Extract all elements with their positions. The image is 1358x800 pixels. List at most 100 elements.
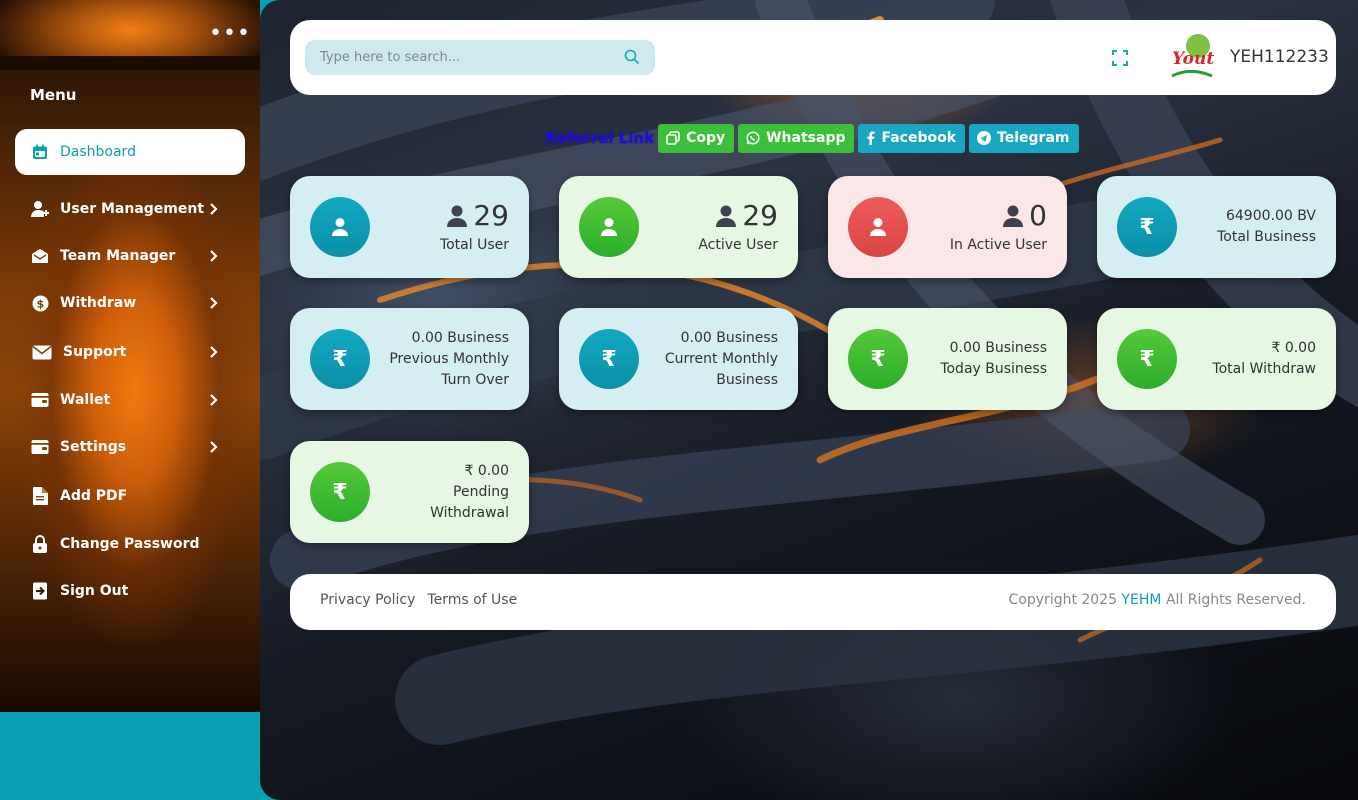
mail-icon xyxy=(31,343,52,361)
whatsapp-label: Whatsapp xyxy=(766,130,846,146)
logo: Youth xyxy=(1171,34,1214,78)
today-business-label: Today Business xyxy=(940,361,1047,377)
top-bar: Youth YEH112233 xyxy=(290,20,1336,95)
current-monthly-value: 0.00 Business xyxy=(680,329,778,346)
sidebar-item-label: Dashboard xyxy=(60,144,136,160)
user-plus-icon xyxy=(31,200,49,218)
chevron-right-icon xyxy=(209,393,225,407)
file-icon xyxy=(31,487,49,505)
user-icon xyxy=(310,197,370,257)
rupee-icon: ₹ xyxy=(1117,329,1177,389)
wallet-icon xyxy=(31,391,49,409)
total-withdraw-value: ₹ 0.00 xyxy=(1271,340,1316,356)
more-horizontal-icon[interactable]: ••• xyxy=(209,23,251,45)
sidebar-item-team-manager[interactable]: Team Manager xyxy=(15,233,245,279)
sidebar-item-change-password[interactable]: Change Password xyxy=(15,521,245,567)
users-icon xyxy=(716,205,737,227)
card-previous-monthly-turnover[interactable]: ₹ 0.00 Business Previous Monthly Turn Ov… xyxy=(290,308,529,410)
sidebar-item-withdraw[interactable]: $ Withdraw xyxy=(15,280,245,326)
users-icon xyxy=(1003,205,1024,227)
sidebar-divider xyxy=(0,56,260,70)
card-inactive-user[interactable]: 0 In Active User xyxy=(828,176,1067,278)
current-monthly-label-line2: Business xyxy=(716,371,778,388)
user-icon xyxy=(579,197,639,257)
sidebar: ••• Menu Dashboard User Management Team … xyxy=(0,0,260,712)
facebook-button[interactable]: Facebook xyxy=(858,123,966,153)
sidebar-item-settings[interactable]: Settings xyxy=(15,424,245,470)
active-user-label: Active User xyxy=(698,236,778,253)
inactive-user-count: 0 xyxy=(1029,198,1047,232)
rupee-icon: ₹ xyxy=(1117,197,1177,257)
sidebar-footer xyxy=(0,712,260,800)
pending-withdrawal-label-line1: Pending xyxy=(453,483,509,500)
logo-text: Youth xyxy=(1172,49,1214,69)
sidebar-item-sign-out[interactable]: Sign Out xyxy=(15,568,245,614)
user-icon xyxy=(848,197,908,257)
facebook-icon xyxy=(867,131,875,145)
envelope-open-icon xyxy=(31,247,49,265)
card-pending-withdrawal[interactable]: ₹ ₹ 0.00 Pending Withdrawal xyxy=(290,441,529,543)
copyright-prefix: Copyright 2025 xyxy=(1008,592,1118,608)
facebook-label: Facebook xyxy=(881,130,957,146)
telegram-button[interactable]: Telegram xyxy=(969,123,1079,153)
brand-link[interactable]: YEHM xyxy=(1122,592,1162,608)
sidebar-item-label: Withdraw xyxy=(60,295,137,311)
users-icon xyxy=(447,205,468,227)
terms-of-use-link[interactable]: Terms of Use xyxy=(427,592,517,608)
fullscreen-icon[interactable] xyxy=(1112,50,1128,66)
sidebar-item-support[interactable]: Support xyxy=(15,329,245,375)
card-current-monthly-business[interactable]: ₹ 0.00 Business Current Monthly Business xyxy=(559,308,798,410)
card-today-business[interactable]: ₹ 0.00 Business Today Business xyxy=(828,308,1067,410)
active-user-count: 29 xyxy=(742,198,778,232)
total-business-label: Total Business xyxy=(1217,229,1316,245)
main-content: Youth YEH112233 Referral Link Copy Whats… xyxy=(260,0,1358,800)
sidebar-item-wallet[interactable]: Wallet xyxy=(15,377,245,423)
referral-title: Referral Link xyxy=(545,129,655,147)
total-user-label: Total User xyxy=(439,236,509,253)
chevron-right-icon xyxy=(209,296,225,310)
sidebar-item-add-pdf[interactable]: Add PDF xyxy=(15,473,245,519)
privacy-policy-link[interactable]: Privacy Policy xyxy=(320,592,415,608)
sidebar-item-user-management[interactable]: User Management xyxy=(15,186,245,232)
rupee-icon: ₹ xyxy=(579,329,639,389)
chevron-right-icon xyxy=(209,249,225,263)
card-total-business[interactable]: ₹ 64900.00 BV Total Business xyxy=(1097,176,1336,278)
sidebar-item-label: Team Manager xyxy=(60,248,176,264)
settings-icon xyxy=(31,438,49,456)
card-active-user[interactable]: 29 Active User xyxy=(559,176,798,278)
sidebar-item-label: Wallet xyxy=(60,392,111,408)
total-business-value: 64900.00 BV xyxy=(1225,208,1316,224)
card-total-user[interactable]: 29 Total User xyxy=(290,176,529,278)
copy-label: Copy xyxy=(686,130,726,146)
rupee-icon: ₹ xyxy=(310,462,370,522)
inactive-user-label: In Active User xyxy=(949,236,1047,253)
total-user-count: 29 xyxy=(473,198,509,232)
search-icon[interactable] xyxy=(624,49,640,65)
footer: Privacy Policy Terms of Use Copyright 20… xyxy=(290,574,1336,630)
sidebar-item-label: User Management xyxy=(60,201,205,217)
menu-title: Menu xyxy=(30,86,77,104)
rupee-icon: ₹ xyxy=(848,329,908,389)
search-input[interactable] xyxy=(305,41,605,74)
sign-out-icon xyxy=(31,582,49,600)
rupee-icon: ₹ xyxy=(310,329,370,389)
sidebar-item-label: Settings xyxy=(60,439,127,455)
telegram-icon xyxy=(977,131,992,145)
telegram-label: Telegram xyxy=(997,130,1070,146)
coin-icon: $ xyxy=(31,294,49,312)
chevron-right-icon xyxy=(209,202,225,216)
previous-monthly-value: 0.00 Business xyxy=(411,329,509,346)
copyright: Copyright 2025 YEHM All Rights Reserved. xyxy=(1009,592,1306,608)
copyright-suffix: All Rights Reserved. xyxy=(1165,592,1306,608)
previous-monthly-label-line2: Turn Over xyxy=(441,371,509,388)
whatsapp-button[interactable]: Whatsapp xyxy=(738,123,855,153)
sidebar-item-dashboard[interactable]: Dashboard xyxy=(15,129,245,175)
card-total-withdraw[interactable]: ₹ ₹ 0.00 Total Withdraw xyxy=(1097,308,1336,410)
copy-button[interactable]: Copy xyxy=(658,123,735,153)
referral-row: Referral Link Copy Whatsapp Facebook Tel… xyxy=(545,123,1079,153)
copy-icon xyxy=(666,131,680,145)
sidebar-item-label: Change Password xyxy=(60,536,200,552)
previous-monthly-label-line1: Previous Monthly xyxy=(389,350,509,367)
pending-withdrawal-label-line2: Withdrawal xyxy=(430,504,509,521)
username[interactable]: YEH112233 xyxy=(1230,47,1329,67)
